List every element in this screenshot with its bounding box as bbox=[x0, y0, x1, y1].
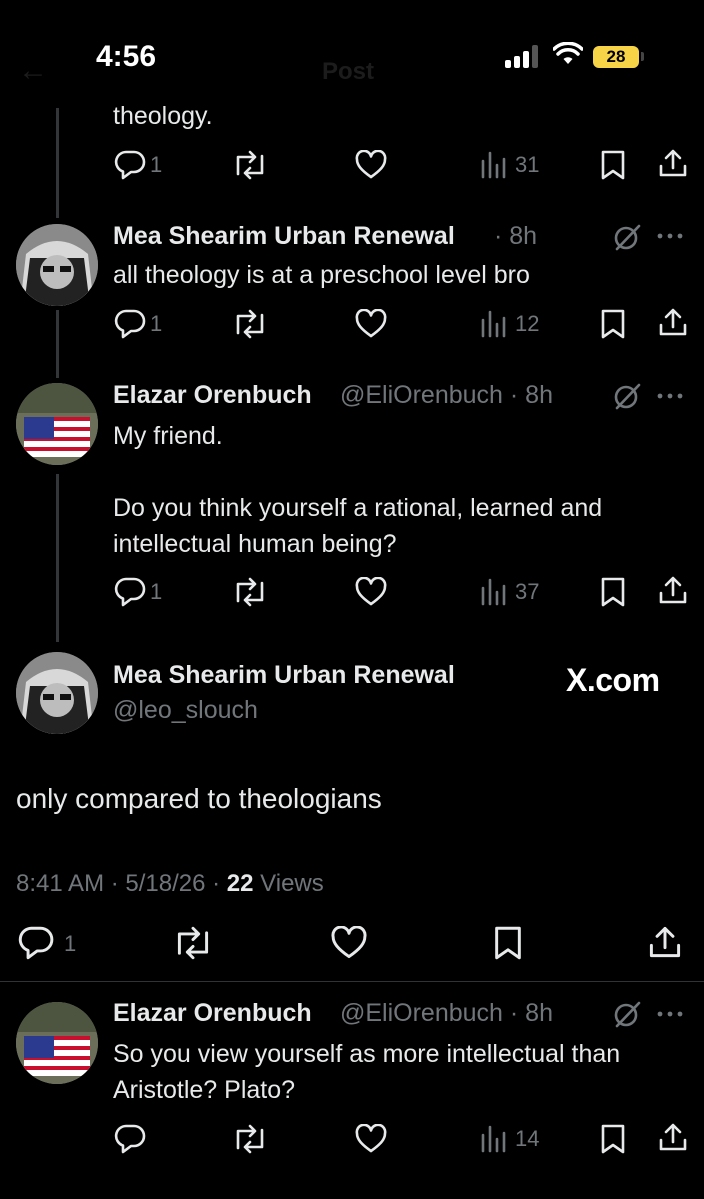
post-views-label: Views bbox=[260, 870, 324, 897]
share-icon[interactable] bbox=[658, 575, 688, 605]
status-time: 4:56 bbox=[96, 40, 157, 73]
avatar[interactable] bbox=[16, 224, 98, 306]
action-bar: 1 37 bbox=[0, 573, 704, 609]
avatar[interactable] bbox=[16, 383, 98, 465]
grok-icon[interactable] bbox=[612, 222, 642, 252]
repost-icon[interactable] bbox=[232, 577, 268, 607]
repost-icon[interactable] bbox=[232, 1124, 268, 1154]
action-bar: 1 12 bbox=[0, 305, 704, 341]
main-avatar[interactable] bbox=[16, 652, 98, 734]
views-icon[interactable] bbox=[480, 1124, 508, 1154]
x-com-watermark: X.com bbox=[566, 662, 660, 698]
action-bar: 1 31 bbox=[0, 146, 704, 182]
more-icon[interactable] bbox=[656, 392, 684, 400]
views-icon[interactable] bbox=[480, 150, 508, 180]
share-icon[interactable] bbox=[658, 1122, 688, 1152]
battery-nub bbox=[641, 52, 644, 61]
views-count: 12 bbox=[515, 311, 540, 336]
share-icon[interactable] bbox=[648, 925, 682, 959]
wifi-icon bbox=[552, 41, 584, 71]
views-count: 31 bbox=[515, 152, 540, 177]
bookmark-icon[interactable] bbox=[600, 150, 626, 180]
avatar[interactable] bbox=[16, 1002, 98, 1084]
display-name[interactable]: Elazar Orenbuch bbox=[113, 999, 312, 1028]
reply-icon[interactable] bbox=[114, 309, 146, 339]
repost-icon[interactable] bbox=[232, 150, 268, 180]
display-name[interactable]: Mea Shearim Urban Renewal bbox=[113, 222, 455, 251]
share-icon[interactable] bbox=[658, 307, 688, 337]
views-icon[interactable] bbox=[480, 577, 508, 607]
bookmark-icon[interactable] bbox=[600, 577, 626, 607]
share-icon[interactable] bbox=[658, 148, 688, 178]
grok-icon[interactable] bbox=[612, 999, 642, 1029]
main-display-name[interactable]: Mea Shearim Urban Renewal bbox=[113, 661, 455, 690]
reply-count: 1 bbox=[150, 311, 163, 336]
grok-icon[interactable] bbox=[612, 381, 642, 411]
reply-icon[interactable] bbox=[114, 1124, 146, 1154]
tweet-text: theology. bbox=[113, 102, 213, 130]
tweet-text: all theology is at a preschool level bro bbox=[113, 261, 530, 289]
bookmark-icon[interactable] bbox=[600, 1124, 626, 1154]
display-name[interactable]: Elazar Orenbuch bbox=[113, 381, 312, 410]
reply-count: 1 bbox=[64, 931, 77, 956]
battery-indicator: 28 bbox=[593, 46, 639, 68]
more-icon[interactable] bbox=[656, 1010, 684, 1018]
main-post-text: only compared to theologians bbox=[16, 783, 382, 814]
post-time: 8:41 AM bbox=[16, 870, 105, 897]
repost-icon[interactable] bbox=[232, 309, 268, 339]
reply-count: 1 bbox=[150, 579, 163, 604]
reply-icon[interactable] bbox=[114, 577, 146, 607]
reply-icon[interactable] bbox=[17, 926, 55, 960]
main-action-bar: 1 bbox=[0, 923, 704, 963]
tweet-text: My friend. Do you think yourself a ratio… bbox=[113, 422, 603, 558]
views-count: 14 bbox=[515, 1126, 540, 1151]
post-views-count: 22 bbox=[226, 870, 254, 897]
more-icon[interactable] bbox=[656, 232, 684, 240]
views-icon[interactable] bbox=[480, 309, 508, 339]
like-icon[interactable] bbox=[355, 309, 387, 339]
thread-line bbox=[56, 474, 59, 642]
like-icon[interactable] bbox=[355, 150, 387, 180]
post-timestamp: 8:41 AM · 5/18/26 · 22 Views bbox=[16, 870, 324, 897]
views-count: 37 bbox=[515, 579, 540, 604]
reply-icon[interactable] bbox=[114, 150, 146, 180]
reply-count: 1 bbox=[150, 152, 163, 177]
bookmark-icon[interactable] bbox=[600, 309, 626, 339]
tweet-meta: @EliOrenbuch · 8h bbox=[340, 381, 553, 409]
like-icon[interactable] bbox=[355, 1124, 387, 1154]
like-icon[interactable] bbox=[330, 926, 368, 960]
repost-icon[interactable] bbox=[172, 926, 214, 960]
signal-icon bbox=[505, 44, 539, 68]
divider bbox=[0, 981, 704, 982]
like-icon[interactable] bbox=[355, 577, 387, 607]
tweet-meta: · 8h bbox=[494, 222, 538, 250]
tweet-meta: @EliOrenbuch · 8h bbox=[340, 999, 553, 1027]
main-handle[interactable]: @leo_slouch bbox=[113, 696, 258, 725]
bookmark-icon[interactable] bbox=[493, 926, 523, 960]
page-title: Post bbox=[322, 58, 375, 85]
post-date: 5/18/26 bbox=[125, 870, 206, 897]
tweet-text: So you view yourself as more intellectua… bbox=[113, 1040, 621, 1104]
back-arrow-icon[interactable]: ← bbox=[18, 54, 48, 88]
action-bar: 14 bbox=[0, 1120, 704, 1156]
